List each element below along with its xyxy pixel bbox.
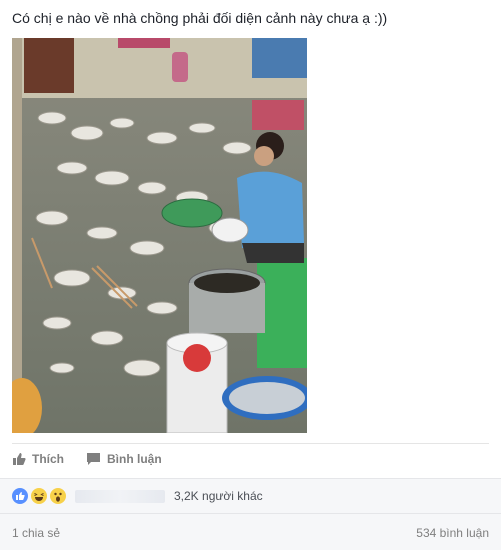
wow-icon <box>50 488 66 504</box>
divider <box>12 443 489 444</box>
post-photo[interactable] <box>12 38 307 433</box>
blurred-names <box>75 489 165 503</box>
action-bar: Thích Bình luận <box>12 452 162 466</box>
comments-count[interactable]: 534 bình luận <box>416 526 489 540</box>
reactions-others: 3,2K người khác <box>174 489 263 503</box>
reactions-summary[interactable]: 3,2K người khác <box>12 488 263 504</box>
like-label: Thích <box>32 452 64 466</box>
like-icon <box>12 488 28 504</box>
thumbs-up-icon <box>13 453 26 465</box>
comment-label: Bình luận <box>107 452 162 466</box>
haha-icon <box>31 488 47 504</box>
post-text: Có chị e nào về nhà chồng phải đối diện … <box>12 10 388 26</box>
comment-button[interactable]: Bình luận <box>86 452 162 466</box>
like-button[interactable]: Thích <box>12 452 64 466</box>
shares-count[interactable]: 1 chia sẻ <box>12 526 60 540</box>
comment-icon <box>87 453 100 465</box>
